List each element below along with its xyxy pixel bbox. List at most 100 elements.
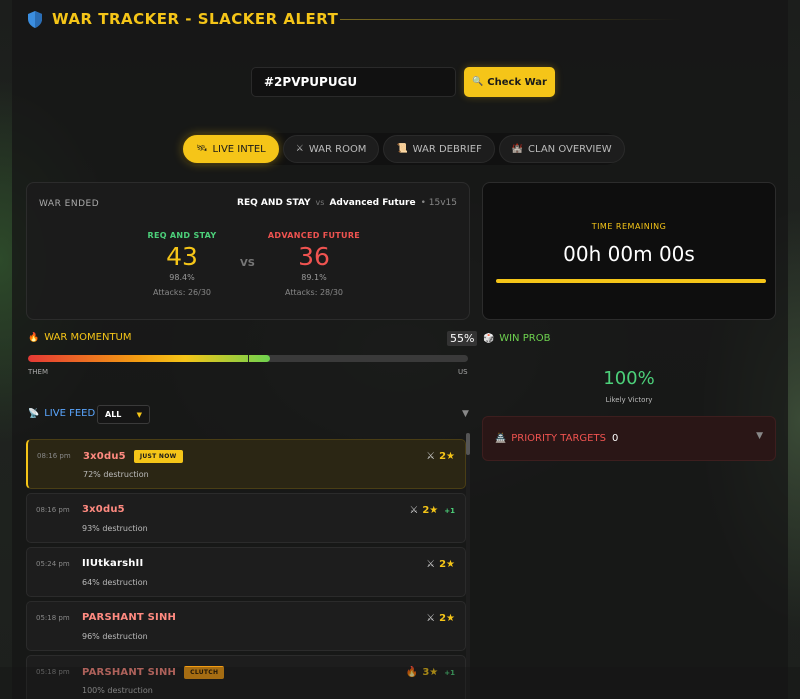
feed-destruction: 72% destruction [83, 470, 149, 479]
priority-targets-label: PRIORITY TARGETS [511, 433, 606, 444]
tab-live-intel[interactable]: 🛰 LIVE INTEL [183, 135, 279, 163]
opponent-stars: 36 [298, 242, 330, 271]
tab-clan-overview-label: CLAN OVERVIEW [528, 143, 612, 155]
title-divider [340, 19, 680, 20]
feed-scrollbar-thumb[interactable] [466, 433, 470, 455]
our-destruction: 98.4% [169, 273, 195, 282]
feed-stars: 2★ [439, 559, 455, 570]
just-now-badge: JUST NOW [133, 450, 183, 463]
feed-score: ⚔ 2★ +1 [409, 505, 455, 516]
dice-icon: 🎲 [483, 333, 495, 344]
feed-player-name: IIUtkarshII [82, 558, 144, 569]
crossed-swords-icon: ⚔ [426, 451, 436, 462]
momentum-midpoint [248, 355, 249, 362]
opponent-score: ADVANCED FUTURE 36 89.1% Attacks: 28/30 [259, 231, 369, 297]
our-stars: 43 [166, 242, 198, 271]
feed-stars: 2★ [439, 613, 455, 624]
clan-name: REQ AND STAY [237, 198, 311, 208]
priority-targets-title: 🏯 PRIORITY TARGETS [495, 433, 606, 444]
momentum-title-label: WAR MOMENTUM [44, 332, 132, 343]
feed-item[interactable]: 08:16 pm 3x0du5 JUST NOW 72% destruction… [26, 439, 466, 489]
momentum-title: 🔥 WAR MOMENTUM [28, 332, 132, 343]
target-icon: 🏯 [495, 433, 507, 444]
crossed-swords-icon: ⚔ [426, 559, 436, 570]
our-clan-name: REQ AND STAY [147, 231, 217, 240]
momentum-bar [28, 355, 468, 362]
tab-war-debrief[interactable]: 📜 WAR DEBRIEF [383, 135, 495, 163]
feed-score: ⚔ 2★ [426, 559, 455, 570]
war-size: • 15v15 [420, 198, 457, 208]
app-title: WAR TRACKER - SLACKER ALERT [52, 10, 339, 28]
tab-bar: 🛰 LIVE INTEL ⚔ WAR ROOM 📜 WAR DEBRIEF 🏰 … [180, 133, 625, 165]
feed-item[interactable]: 05:24 pm IIUtkarshII 64% destruction ⚔ 2… [26, 547, 466, 597]
castle-icon: 🏰 [511, 144, 524, 154]
win-prob-title-label: WIN PROB [499, 333, 551, 344]
shield-icon [28, 10, 42, 28]
feed-time: 08:16 pm [37, 452, 71, 460]
bottom-overlay [0, 667, 800, 699]
live-feed-label: LIVE FEED [44, 408, 96, 419]
feed-list: 08:16 pm 3x0du5 JUST NOW 72% destruction… [26, 439, 466, 699]
clan-tag-input[interactable] [251, 67, 456, 97]
timer-card: TIME REMAINING 00h 00m 00s [482, 182, 776, 320]
feed-item[interactable]: 08:16 pm 3x0du5 93% destruction ⚔ 2★ +1 [26, 493, 466, 543]
tab-war-room[interactable]: ⚔ WAR ROOM [282, 135, 380, 163]
our-attacks: Attacks: 26/30 [153, 288, 211, 297]
feed-player-name: 3x0du5 [82, 504, 125, 515]
tab-war-debrief-label: WAR DEBRIEF [412, 143, 482, 155]
crossed-swords-icon: ⚔ [426, 613, 436, 624]
momentum-us-label: US [458, 368, 468, 376]
timer-value: 00h 00m 00s [563, 242, 695, 266]
feed-star-delta: +1 [444, 506, 455, 515]
war-summary-card: WAR ENDED REQ AND STAY vs Advanced Futur… [26, 182, 470, 320]
chevron-down-icon[interactable]: ▼ [756, 431, 763, 441]
feed-score: ⚔ 2★ [426, 613, 455, 624]
priority-targets-panel[interactable]: 🏯 PRIORITY TARGETS 0 ▼ [482, 416, 776, 461]
feed-player: 3x0du5 [82, 504, 125, 515]
opponent-destruction: 89.1% [301, 273, 327, 282]
live-feed-title: 📡 LIVE FEED [28, 408, 95, 419]
timer-label: TIME REMAINING [591, 222, 667, 231]
feed-item[interactable]: 05:18 pm PARSHANT SINH 96% destruction ⚔… [26, 601, 466, 651]
crossed-swords-icon: ⚔ [295, 144, 304, 154]
feed-destruction: 93% destruction [82, 524, 148, 533]
opponent-clan-name: ADVANCED FUTURE [267, 231, 361, 240]
feed-destruction: 96% destruction [82, 632, 148, 641]
feed-player: PARSHANT SINH [82, 612, 176, 623]
priority-targets-count: 0 [611, 433, 619, 444]
feed-score: ⚔ 2★ [426, 451, 455, 462]
momentum-fill [28, 355, 270, 362]
win-prob-value: 100% [603, 368, 655, 389]
feed-stars: 2★ [439, 451, 455, 462]
matchup-vs: vs [315, 198, 325, 207]
opponent-attacks: Attacks: 28/30 [285, 288, 343, 297]
feed-time: 05:18 pm [36, 614, 70, 622]
app-header: WAR TRACKER - SLACKER ALERT [28, 10, 338, 28]
feed-player-name: 3x0du5 [83, 451, 126, 462]
feed-filter-value: ALL [105, 410, 122, 419]
feed-player: 3x0du5 JUST NOW [83, 450, 183, 463]
feed-stars: 2★ [422, 505, 439, 516]
win-prob-subtitle: Likely Victory [605, 396, 653, 404]
feed-player: IIUtkarshII [82, 558, 143, 569]
chevron-down-icon: ▼ [136, 410, 142, 419]
tab-war-room-label: WAR ROOM [308, 143, 367, 155]
scroll-icon: 📜 [396, 144, 408, 154]
timer-progress-bar [496, 279, 766, 283]
vs-label: VS [240, 258, 255, 269]
magnifier-icon: 🔍 [472, 77, 484, 87]
tab-clan-overview[interactable]: 🏰 CLAN OVERVIEW [498, 135, 625, 163]
opponent-name: Advanced Future [329, 198, 416, 208]
feed-time: 05:24 pm [36, 560, 70, 568]
feed-scrollbar[interactable] [466, 433, 470, 699]
check-war-label: Check War [487, 76, 547, 88]
momentum-them-label: THEM [28, 368, 49, 376]
feed-player-name: PARSHANT SINH [82, 612, 177, 623]
feed-filter-select[interactable]: ALL ▼ [97, 405, 150, 424]
feed-collapse-chevron-icon[interactable]: ▼ [462, 409, 469, 419]
crossed-swords-icon: ⚔ [409, 505, 419, 516]
momentum-percent: 55% [447, 331, 478, 346]
feed-time: 08:16 pm [36, 506, 70, 514]
check-war-button[interactable]: 🔍 Check War [464, 67, 555, 97]
feed-destruction: 64% destruction [82, 578, 148, 587]
